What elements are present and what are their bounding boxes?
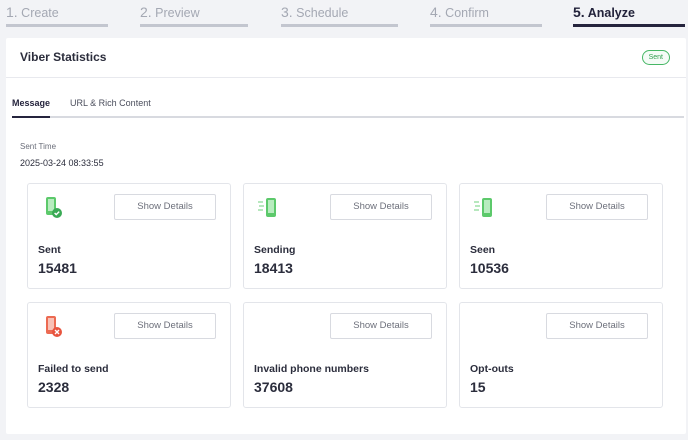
- card-label: Sending: [254, 244, 296, 256]
- sent-time-label: Sent Time: [20, 142, 57, 151]
- tab-url-rich-content[interactable]: URL & Rich Content: [70, 98, 151, 118]
- tab-message[interactable]: Message: [12, 98, 51, 118]
- status-badge: Sent: [641, 50, 670, 65]
- show-details-button[interactable]: Show Details: [546, 313, 648, 339]
- phone-error-icon: [46, 316, 62, 337]
- stat-card-sent: Show Details Sent 15481: [27, 183, 231, 289]
- step-number: 5.: [573, 4, 585, 20]
- show-details-button[interactable]: Show Details: [114, 313, 216, 339]
- phone-sending-icon: [258, 198, 276, 217]
- step-schedule[interactable]: 3. Schedule: [281, 0, 398, 27]
- show-details-button[interactable]: Show Details: [330, 313, 432, 339]
- card-value: 37608: [254, 379, 293, 395]
- step-number: 4.: [430, 4, 442, 20]
- card-value: 10536: [470, 260, 509, 276]
- step-label: Schedule: [296, 6, 349, 20]
- show-details-button[interactable]: Show Details: [330, 194, 432, 220]
- stat-card-invalid-numbers: Show Details Invalid phone numbers 37608: [243, 302, 447, 408]
- step-number: 2.: [140, 4, 152, 20]
- card-label: Seen: [470, 244, 496, 256]
- card-label: Sent: [38, 244, 61, 256]
- stat-card-opt-outs: Show Details Opt-outs 15: [459, 302, 663, 408]
- card-label: Invalid phone numbers: [254, 363, 369, 375]
- stat-card-failed: Show Details Failed to send 2328: [27, 302, 231, 408]
- step-number: 1.: [6, 4, 18, 20]
- step-label: Confirm: [445, 6, 489, 20]
- wizard-steps: 1. Create 2. Preview 3. Schedule 4. Conf…: [0, 0, 688, 30]
- panel-title: Viber Statistics: [20, 50, 107, 64]
- card-value: 15481: [38, 260, 77, 276]
- card-label: Opt-outs: [470, 363, 514, 375]
- show-details-button[interactable]: Show Details: [114, 194, 216, 220]
- step-create[interactable]: 1. Create: [6, 0, 108, 27]
- step-label: Preview: [155, 6, 200, 20]
- card-value: 18413: [254, 260, 293, 276]
- tab-bar: Message URL & Rich Content: [12, 98, 684, 118]
- sent-time-value: 2025-03-24 08:33:55: [20, 158, 104, 168]
- step-number: 3.: [281, 4, 293, 20]
- step-analyze[interactable]: 5. Analyze: [573, 0, 685, 27]
- panel-header: Viber Statistics Sent: [6, 38, 686, 78]
- show-details-button[interactable]: Show Details: [546, 194, 648, 220]
- step-label: Analyze: [587, 6, 635, 20]
- phone-seen-icon: [474, 198, 492, 217]
- stat-card-sending: Show Details Sending 18413: [243, 183, 447, 289]
- step-preview[interactable]: 2. Preview: [140, 0, 248, 27]
- card-value: 2328: [38, 379, 70, 395]
- card-value: 15: [470, 379, 486, 395]
- stat-card-seen: Show Details Seen 10536: [459, 183, 663, 289]
- phone-check-icon: [46, 197, 62, 218]
- step-confirm[interactable]: 4. Confirm: [430, 0, 542, 27]
- step-label: Create: [21, 6, 59, 20]
- card-label: Failed to send: [38, 363, 109, 375]
